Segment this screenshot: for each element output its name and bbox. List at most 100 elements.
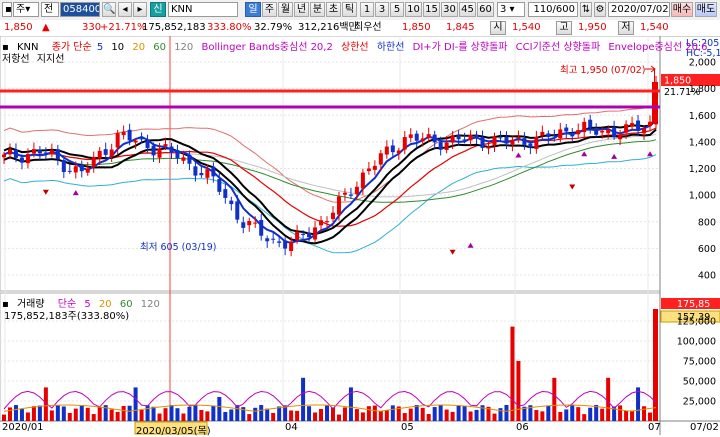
volume-tag: 175,85 (677, 299, 710, 310)
volume-bar (187, 406, 192, 421)
candle-body (582, 121, 587, 133)
interval-1-button[interactable]: 1 (360, 2, 374, 17)
legend-dmi[interactable]: DI+가 DI-를 상향돌파 (413, 42, 508, 53)
interval-5-button[interactable]: 5 (390, 2, 404, 17)
volume-current: 175,852,183주(333.80%) (4, 311, 130, 322)
period-tick-button[interactable]: 틱 (342, 2, 357, 17)
menu-icon[interactable]: ▪ (2, 2, 12, 17)
volume-bar (546, 405, 551, 421)
volume-bar (474, 409, 479, 421)
legend-envelope[interactable]: Envelope중심선 20,6 (608, 42, 707, 53)
candle-body (618, 135, 623, 140)
candle-body (330, 212, 335, 220)
candle-body (163, 144, 168, 147)
candle-body (396, 150, 401, 154)
volume-bar (205, 411, 210, 421)
candle-body (199, 172, 204, 176)
price-axis-label: 1,600 (689, 111, 716, 122)
x-label-2020-01: 2020/01 (2, 422, 44, 433)
candle-body (151, 145, 156, 156)
volume-bar (342, 407, 347, 421)
volume-value: 175,852,183 (142, 22, 206, 33)
candle-body (420, 138, 425, 142)
volume-bar (175, 408, 180, 421)
stock-chart[interactable]: 1,850 21.71% LC:205, HC:-5,1 175,85 157,… (0, 36, 720, 435)
candle-body (43, 152, 48, 154)
interval-3-button[interactable]: 3 (375, 2, 389, 17)
candle-body (444, 142, 449, 150)
candle-body (432, 134, 437, 143)
count-select-value: 3 (500, 4, 507, 15)
candle-body (600, 130, 605, 133)
range-field[interactable]: 110/600 (528, 2, 578, 17)
prev-icon[interactable]: ◂ (118, 2, 132, 17)
date-field[interactable]: 2020/07/02 (608, 2, 670, 17)
period-weekly-button[interactable]: 주 (262, 2, 277, 17)
candle-body (546, 133, 551, 138)
market-select[interactable]: 주▾ (13, 2, 39, 17)
legend-resistance[interactable]: 저항선 (2, 54, 30, 65)
volume-bar (642, 406, 647, 421)
interval-45-button[interactable]: 45 (459, 2, 476, 17)
candle-body (31, 149, 36, 154)
volume-bar (564, 409, 569, 421)
stock-code-value: 058400 (63, 4, 100, 15)
volume-bar (354, 409, 359, 421)
candle-body (277, 241, 282, 243)
volume-bar (7, 407, 12, 421)
period-yearly-button[interactable]: 년 (294, 2, 309, 17)
volume-bar (253, 407, 258, 421)
volume-bar (229, 409, 234, 421)
period-monthly-button[interactable]: 월 (278, 2, 293, 17)
candle-body (336, 196, 341, 215)
candle-body (55, 149, 60, 160)
volume-bar (462, 405, 467, 421)
candle-body (588, 119, 593, 128)
legend-cci[interactable]: CCI기준선 상향돌파 (516, 42, 601, 53)
interval-10-button[interactable]: 10 (405, 2, 422, 17)
volume-bar (360, 412, 365, 421)
candle-body (181, 157, 186, 161)
open-value: 1,540 (512, 22, 541, 33)
sell-button[interactable]: 매도 (695, 2, 717, 17)
period-minute-button[interactable]: 분 (310, 2, 325, 17)
mode-select[interactable]: 전 (41, 2, 59, 17)
best-bid-value: 1,845 (446, 22, 475, 33)
legend-ma60: 60 (153, 42, 166, 53)
volume-bar (211, 405, 216, 421)
candle-body (570, 133, 575, 137)
period-daily-button[interactable]: 일 (245, 2, 261, 17)
candle-body (19, 157, 24, 163)
volume-bar (37, 405, 42, 421)
volume-bar (133, 387, 138, 421)
price-axis-label: 1,000 (689, 191, 716, 202)
settings-icon[interactable]: ⚙ (594, 2, 606, 17)
search-icon[interactable]: 🔍 (102, 2, 116, 17)
stock-code-input[interactable]: 058400▾ (60, 2, 100, 17)
volume-axis-labels: 125,000 100,000 75,000 50,000 25,000 (677, 317, 716, 408)
candle-body (253, 222, 258, 224)
candle-body (498, 137, 503, 139)
legend-bollinger[interactable]: Bollinger Bands중심선 20,2 (201, 42, 332, 53)
volume-bar (636, 387, 641, 421)
legend-support[interactable]: 지지선 (37, 54, 65, 65)
candle-body (61, 160, 66, 173)
count-select[interactable]: 3 ▾ (497, 2, 525, 17)
change-arrow-icon: ▲ (42, 22, 50, 33)
buy-button[interactable]: 매수 (671, 2, 693, 17)
next-icon[interactable]: ▸ (133, 2, 147, 17)
volume-bar (295, 410, 300, 421)
volume-bar (504, 405, 509, 421)
legend-ma20: 20 (132, 42, 146, 53)
volume-bar (552, 377, 557, 421)
period-second-button[interactable]: 초 (326, 2, 341, 17)
candle-body (79, 164, 84, 172)
credit-button[interactable]: 신 (150, 2, 166, 17)
candle-body (271, 238, 276, 240)
interval-60-button[interactable]: 60 (477, 2, 494, 17)
interval-15-button[interactable]: 15 (423, 2, 440, 17)
volume-bar (390, 405, 395, 421)
volume-bar (115, 411, 120, 421)
interval-30-button[interactable]: 30 (441, 2, 458, 17)
chart-type-icon[interactable]: ⇅ (580, 2, 592, 17)
